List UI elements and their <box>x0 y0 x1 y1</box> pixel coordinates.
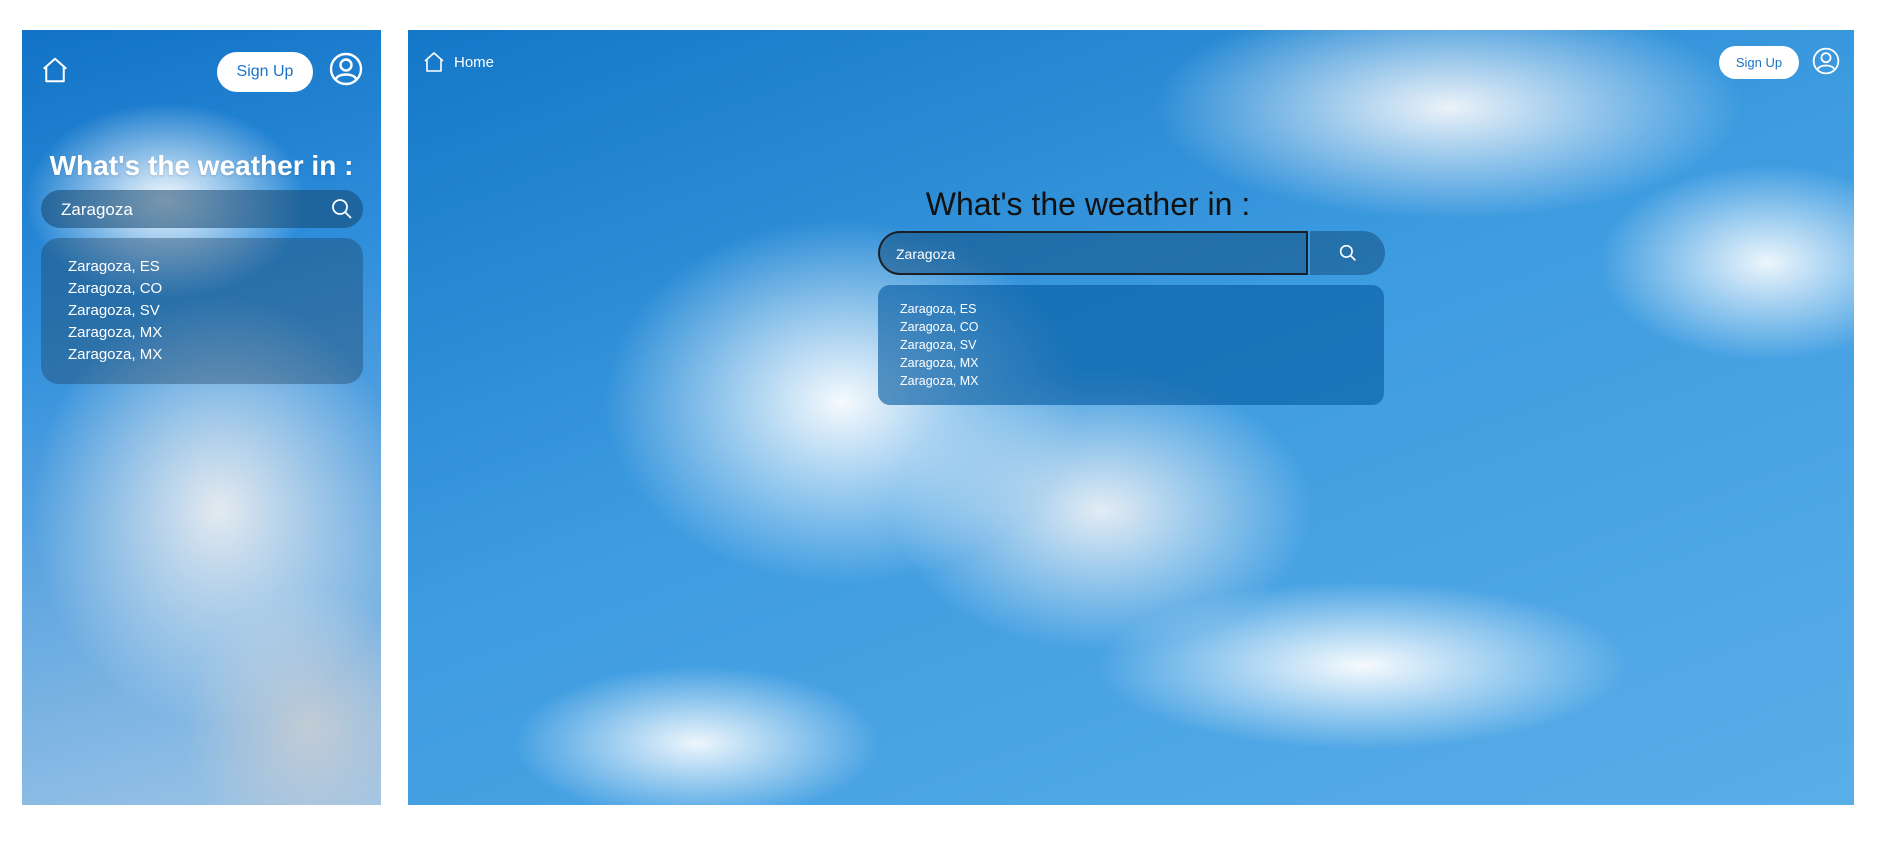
suggestion-item[interactable]: Zaragoza, ES <box>900 300 1384 318</box>
home-icon[interactable] <box>40 55 70 85</box>
user-circle-icon[interactable] <box>1812 47 1840 75</box>
suggestion-item[interactable]: Zaragoza, SV <box>900 336 1384 354</box>
search-button[interactable] <box>1310 231 1385 275</box>
home-label: Home <box>454 53 495 71</box>
search-input[interactable] <box>894 233 1278 275</box>
user-circle-icon[interactable] <box>329 52 363 86</box>
search-field <box>878 231 1308 275</box>
suggestion-item[interactable]: Zaragoza, MX <box>68 322 363 344</box>
page-heading: What's the weather in : <box>49 150 354 181</box>
suggestions-dropdown: Zaragoza, ES Zaragoza, CO Zaragoza, SV Z… <box>41 238 363 384</box>
suggestions-dropdown: Zaragoza, ES Zaragoza, CO Zaragoza, SV Z… <box>878 285 1384 405</box>
suggestion-item[interactable]: Zaragoza, ES <box>68 256 363 278</box>
sign-up-button[interactable]: Sign Up <box>217 52 313 92</box>
desktop-view: Home Sign Up What's the weather in : Zar… <box>408 30 1854 805</box>
suggestion-item[interactable]: Zaragoza, CO <box>68 278 363 300</box>
suggestion-item[interactable]: Zaragoza, MX <box>900 354 1384 372</box>
home-link[interactable]: Home <box>422 50 494 74</box>
suggestion-item[interactable]: Zaragoza, CO <box>900 318 1384 336</box>
suggestions-list: Zaragoza, ES Zaragoza, CO Zaragoza, SV Z… <box>878 285 1384 390</box>
search-icon[interactable] <box>331 198 353 220</box>
suggestion-item[interactable]: Zaragoza, MX <box>900 372 1384 390</box>
suggestions-list: Zaragoza, ES Zaragoza, CO Zaragoza, SV Z… <box>41 238 363 366</box>
suggestion-item[interactable]: Zaragoza, MX <box>68 344 363 366</box>
home-icon <box>422 50 446 74</box>
sign-up-button[interactable]: Sign Up <box>1719 46 1799 79</box>
search-bar <box>41 190 363 230</box>
search-input[interactable] <box>59 190 313 230</box>
search-icon <box>1339 244 1357 262</box>
page-heading: What's the weather in : <box>925 186 1251 222</box>
mobile-view: Sign Up What's the weather in : Zaragoza… <box>22 30 381 805</box>
suggestion-item[interactable]: Zaragoza, SV <box>68 300 363 322</box>
